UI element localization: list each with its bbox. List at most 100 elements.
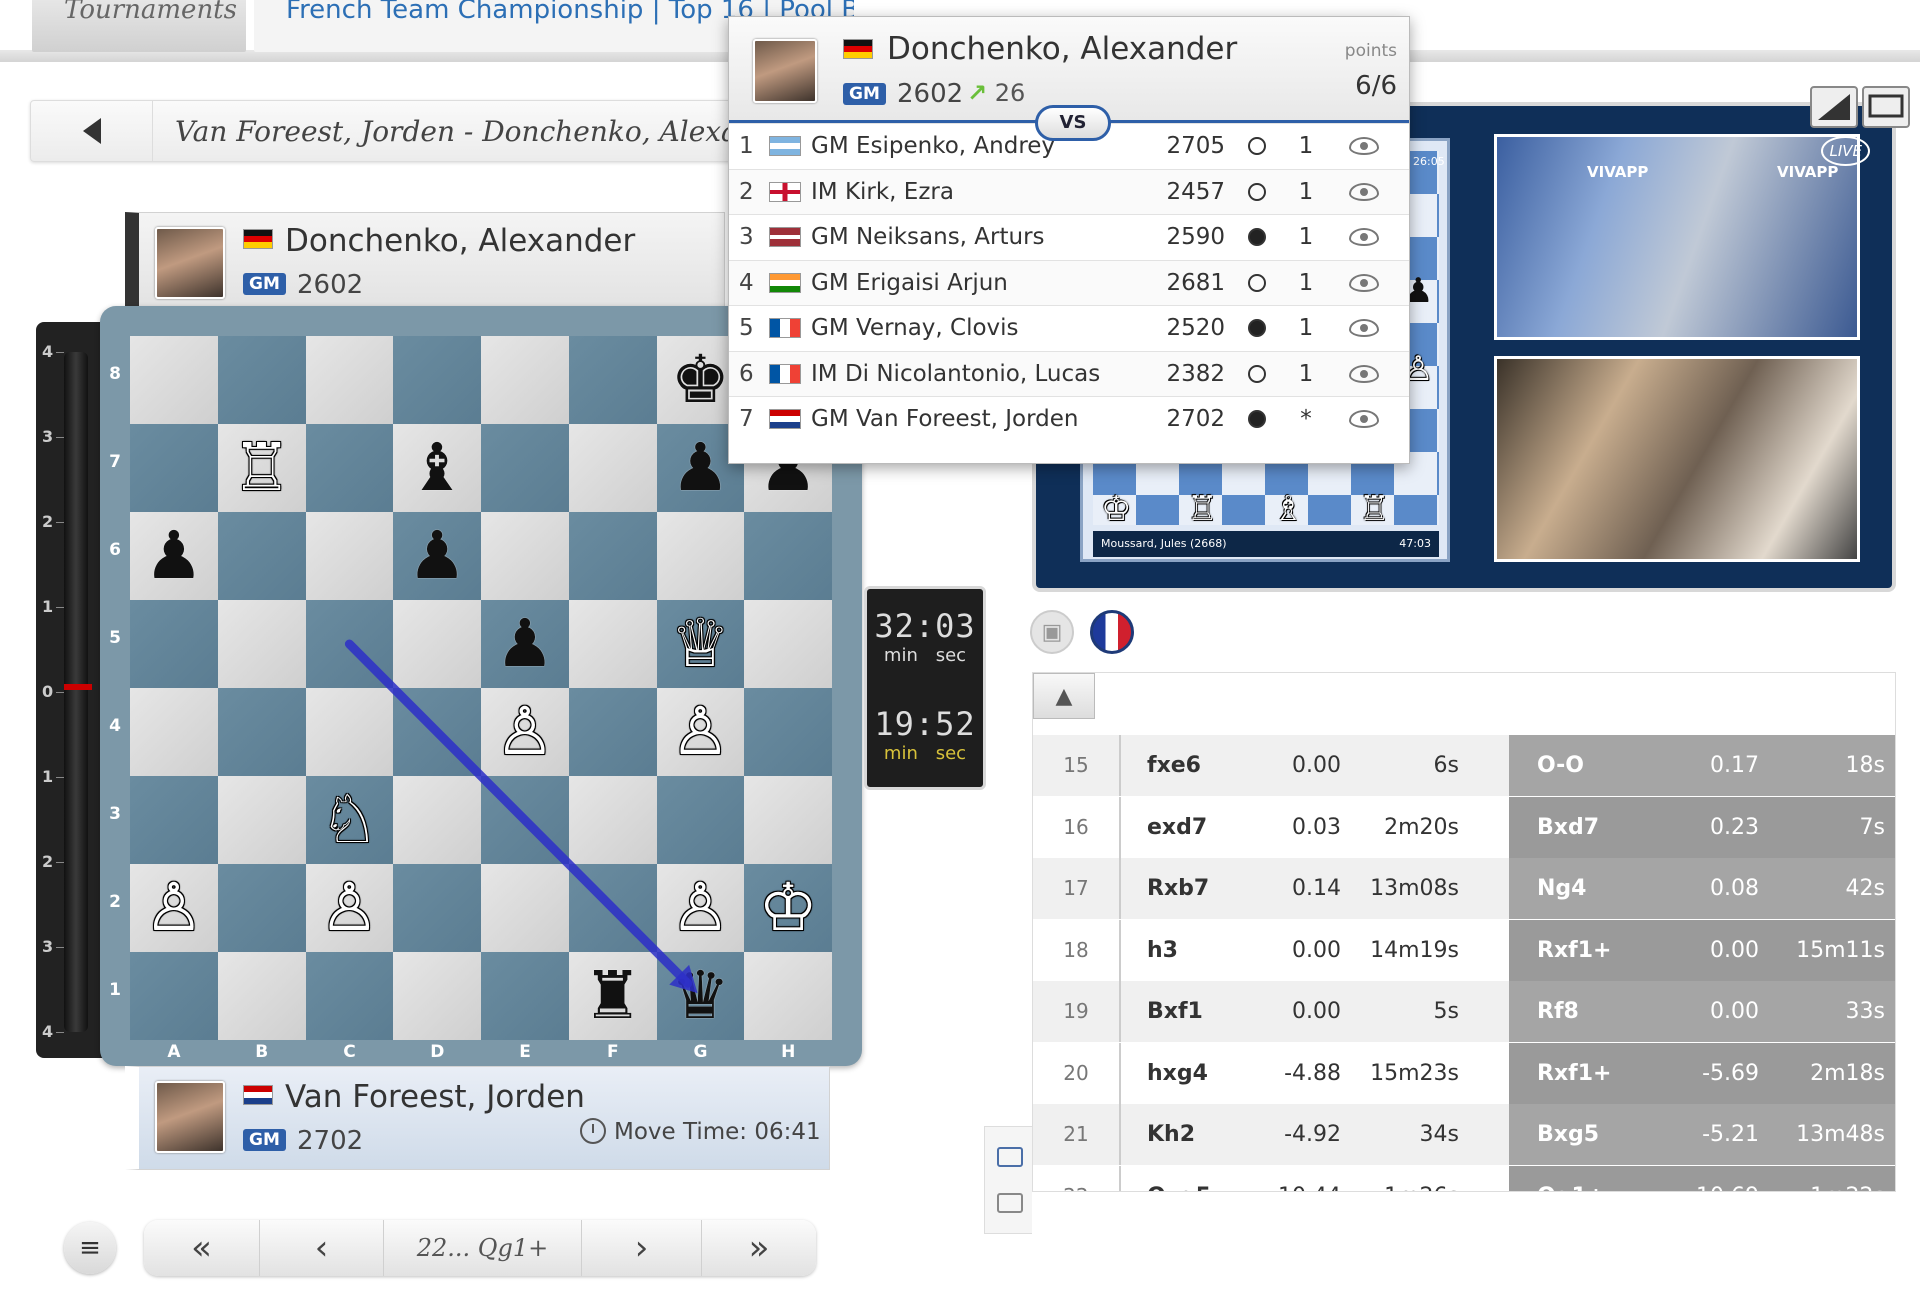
- square-g6[interactable]: [656, 512, 745, 600]
- black-move[interactable]: O-O: [1509, 753, 1659, 778]
- square-h3[interactable]: [744, 776, 832, 864]
- square-d5[interactable]: [393, 600, 481, 688]
- square-f5[interactable]: [568, 600, 657, 688]
- next-move-button[interactable]: ›: [582, 1220, 702, 1276]
- square-h5[interactable]: [744, 600, 832, 688]
- fullscreen-button[interactable]: [1810, 86, 1858, 128]
- black-move-cell[interactable]: Rf8 0.00 33s: [1509, 981, 1895, 1042]
- square-b6[interactable]: [217, 512, 306, 600]
- white-pawn-piece[interactable]: ♙: [481, 688, 569, 776]
- square-h4[interactable]: [744, 688, 832, 776]
- square-a8[interactable]: [130, 336, 218, 424]
- last-move-button[interactable]: »: [702, 1220, 816, 1276]
- list-view-icon[interactable]: [997, 1147, 1023, 1167]
- view-game-eye-icon[interactable]: [1349, 319, 1379, 337]
- opponent-row[interactable]: 2 IM Kirk, Ezra 2457 1: [729, 168, 1409, 214]
- chess-board[interactable]: ♚ ♖ ♝ ♟ ♟ ♟ ♟ ♟ ♕ ♙ ♙ ♘ ♙ ♙ ♙ ♔ ♜ ♛: [130, 336, 832, 1040]
- view-game-eye-icon[interactable]: [1349, 273, 1379, 292]
- square-b8[interactable]: [217, 336, 306, 424]
- white-move[interactable]: exd7: [1121, 815, 1251, 840]
- view-game-eye-icon[interactable]: [1349, 137, 1379, 155]
- square-g4[interactable]: ♙: [656, 688, 745, 776]
- black-pawn-piece[interactable]: ♟: [393, 512, 481, 600]
- black-move-cell[interactable]: Bxg5 -5.21 13m48s: [1509, 1104, 1895, 1165]
- white-queen-piece[interactable]: ♕: [657, 600, 745, 688]
- square-b5[interactable]: [217, 600, 306, 688]
- square-f1[interactable]: ♜: [568, 952, 657, 1040]
- black-move[interactable]: Qg1+: [1509, 1184, 1659, 1192]
- white-move[interactable]: hxg4: [1121, 1061, 1251, 1086]
- square-g5[interactable]: ♕: [656, 600, 745, 688]
- square-c6[interactable]: [305, 512, 394, 600]
- square-e2[interactable]: [481, 864, 569, 952]
- move-row[interactable]: 16 exd7 0.03 2m20s Bxd7 0.23 7s: [1033, 796, 1895, 858]
- square-f8[interactable]: [568, 336, 657, 424]
- white-move[interactable]: fxe6: [1121, 753, 1251, 778]
- move-row[interactable]: 15 fxe6 0.00 6s O-O 0.17 18s: [1033, 735, 1895, 796]
- view-game-eye-icon[interactable]: [1349, 410, 1379, 428]
- white-move[interactable]: Bxf1: [1121, 999, 1251, 1024]
- square-b2[interactable]: [217, 864, 306, 952]
- square-d7[interactable]: ♝: [393, 424, 481, 512]
- square-b1[interactable]: [217, 952, 306, 1040]
- move-row[interactable]: 18 h3 0.00 14m19s Rxf1+ 0.00 15m11s: [1033, 919, 1895, 981]
- black-move-cell[interactable]: Ng4 0.08 42s: [1509, 858, 1895, 919]
- square-h1[interactable]: [744, 952, 832, 1040]
- chat-icon[interactable]: [997, 1193, 1023, 1213]
- camera-toggle-button[interactable]: ▣: [1030, 610, 1074, 654]
- square-e4[interactable]: ♙: [481, 688, 569, 776]
- square-e6[interactable]: [481, 512, 569, 600]
- black-move[interactable]: Bxg5: [1509, 1122, 1659, 1147]
- move-row[interactable]: 17 Rxb7 0.14 13m08s Ng4 0.08 42s: [1033, 858, 1895, 919]
- black-move-cell[interactable]: Bxd7 0.23 7s: [1509, 796, 1895, 858]
- square-f6[interactable]: [568, 512, 657, 600]
- white-king-piece[interactable]: ♔: [744, 864, 832, 952]
- black-pawn-piece[interactable]: ♟: [481, 600, 569, 688]
- black-move[interactable]: Rxf1+: [1509, 938, 1659, 963]
- opponent-row[interactable]: 4 GM Erigaisi Arjun 2681 1: [729, 259, 1409, 305]
- first-move-button[interactable]: «: [144, 1220, 260, 1276]
- square-e3[interactable]: [481, 776, 569, 864]
- black-queen-piece[interactable]: ♛: [657, 952, 745, 1040]
- square-g3[interactable]: [656, 776, 745, 864]
- tab-tournaments[interactable]: Tournaments: [32, 0, 246, 52]
- view-game-eye-icon[interactable]: [1349, 182, 1379, 201]
- square-d4[interactable]: [393, 688, 481, 776]
- white-rook-piece[interactable]: ♖: [218, 424, 306, 512]
- white-pawn-piece[interactable]: ♙: [657, 688, 745, 776]
- square-c3[interactable]: ♘: [305, 776, 394, 864]
- square-g2[interactable]: ♙: [656, 864, 745, 952]
- black-move-cell[interactable]: Rxf1+ -5.69 2m18s: [1509, 1042, 1895, 1104]
- square-c7[interactable]: [305, 424, 394, 512]
- black-move-cell[interactable]: Qg1+-10.691m22s: [1509, 1165, 1895, 1192]
- square-c4[interactable]: [305, 688, 394, 776]
- black-move-cell[interactable]: O-O 0.17 18s: [1509, 735, 1895, 796]
- black-bishop-piece[interactable]: ♝: [393, 424, 481, 512]
- scroll-up-button[interactable]: ▲: [1033, 673, 1095, 719]
- square-f3[interactable]: [568, 776, 657, 864]
- opponent-row[interactable]: 6 IM Di Nicolantonio, Lucas 2382 1: [729, 350, 1409, 396]
- white-pawn-piece[interactable]: ♙: [306, 864, 394, 952]
- previous-move-button[interactable]: ‹: [260, 1220, 384, 1276]
- black-pawn-piece[interactable]: ♟: [130, 512, 218, 600]
- white-pawn-piece[interactable]: ♙: [130, 864, 218, 952]
- black-move[interactable]: Rxf1+: [1509, 1061, 1659, 1086]
- black-move[interactable]: Rf8: [1509, 999, 1659, 1024]
- opponent-row[interactable]: 3 GM Neiksans, Arturs 2590 1: [729, 214, 1409, 259]
- square-a5[interactable]: [130, 600, 218, 688]
- white-move[interactable]: Kh2: [1121, 1122, 1251, 1147]
- square-d3[interactable]: [393, 776, 481, 864]
- menu-button[interactable]: ≡: [64, 1222, 116, 1274]
- square-a1[interactable]: [130, 952, 218, 1040]
- back-button[interactable]: [31, 101, 153, 161]
- square-e8[interactable]: [481, 336, 569, 424]
- square-c8[interactable]: [305, 336, 394, 424]
- black-move-cell[interactable]: Rxf1+ 0.00 15m11s: [1509, 919, 1895, 981]
- square-a3[interactable]: [130, 776, 218, 864]
- black-move[interactable]: Bxd7: [1509, 815, 1659, 840]
- white-knight-piece[interactable]: ♘: [306, 776, 394, 864]
- move-row[interactable]: 21 Kh2 -4.92 34s Bxg5 -5.21 13m48s: [1033, 1104, 1895, 1165]
- square-a6[interactable]: ♟: [130, 512, 218, 600]
- theater-mode-button[interactable]: [1862, 86, 1910, 128]
- square-d8[interactable]: [393, 336, 481, 424]
